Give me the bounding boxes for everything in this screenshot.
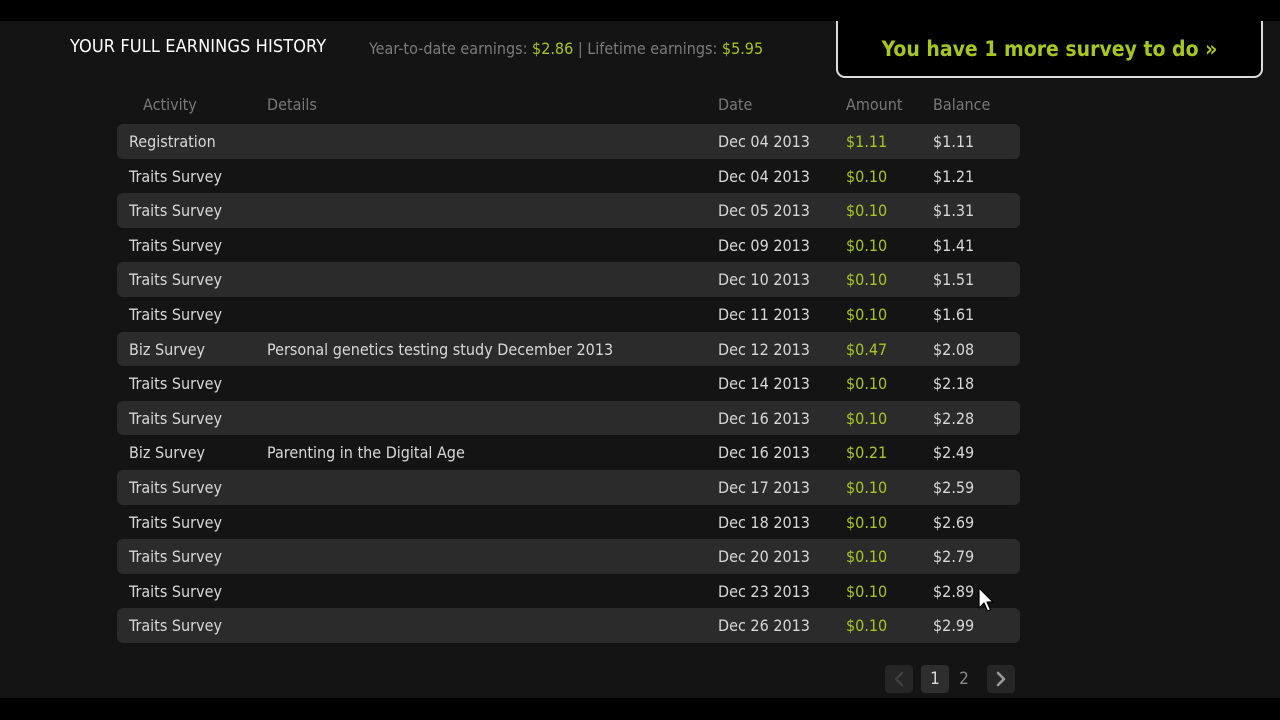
row-amount: $0.10: [846, 547, 888, 567]
row-balance: $2.18: [933, 374, 975, 394]
row-details: Personal genetics testing study December…: [267, 339, 614, 359]
row-activity: Traits Survey: [129, 512, 222, 532]
row-balance: $2.59: [933, 477, 975, 497]
row-activity: Traits Survey: [129, 270, 222, 290]
row-activity: Traits Survey: [129, 304, 222, 324]
row-amount: $0.21: [846, 443, 888, 463]
column-header-date: Date: [718, 95, 753, 114]
row-date: Dec 04 2013: [718, 132, 810, 151]
row-date: Dec 10 2013: [718, 270, 810, 290]
row-amount: $0.10: [846, 374, 888, 394]
row-balance: $2.08: [933, 339, 975, 359]
table-row: Traits Survey Dec 23 2013 $0.10 $2.89: [117, 574, 1020, 609]
row-amount: $0.10: [846, 201, 888, 221]
row-amount: $0.10: [846, 408, 888, 428]
page-1-button[interactable]: 1: [921, 665, 949, 693]
row-date: Dec 23 2013: [718, 581, 810, 601]
row-date: Dec 16 2013: [718, 408, 810, 428]
table-row: Traits Survey Dec 14 2013 $0.10 $2.18: [117, 366, 1020, 401]
table-row: Biz Survey Parenting in the Digital Age De…: [117, 435, 1020, 470]
table-row: Traits Survey Dec 26 2013 $0.10 $2.99: [117, 608, 1020, 643]
summary-separator: |: [577, 39, 583, 58]
row-date: Dec 18 2013: [718, 512, 810, 532]
row-amount: $0.10: [846, 235, 888, 255]
row-date: Dec 14 2013: [718, 374, 810, 394]
column-header-amount: Amount: [846, 95, 903, 114]
row-date: Dec 12 2013: [718, 339, 810, 359]
row-balance: $2.49: [933, 443, 975, 463]
row-date: Dec 16 2013: [718, 443, 810, 463]
row-date: Dec 20 2013: [718, 547, 810, 567]
row-date: Dec 26 2013: [718, 616, 810, 636]
ytd-value: $2.86: [532, 39, 574, 58]
row-activity: Traits Survey: [129, 408, 222, 428]
row-amount: $0.10: [846, 512, 888, 532]
table-row: Traits Survey Dec 16 2013 $0.10 $2.28: [117, 400, 1020, 436]
row-balance: $2.99: [933, 616, 975, 636]
table-row: Traits Survey Dec 05 2013 $0.10 $1.31: [117, 193, 1020, 228]
row-balance: $1.51: [933, 270, 975, 290]
lifetime-label: Lifetime earnings:: [587, 39, 718, 58]
page-title: YOUR FULL EARNINGS HISTORY: [70, 36, 327, 57]
row-balance: $2.79: [933, 547, 975, 567]
row-balance: $2.28: [933, 408, 975, 428]
earnings-summary: Year-to-date earnings: $2.86 | Lifetime …: [369, 39, 763, 58]
table-row: Traits Survey Dec 17 2013 $0.10 $2.59: [117, 469, 1020, 505]
row-amount: $0.10: [846, 270, 888, 290]
row-amount: $1.11: [846, 132, 888, 151]
row-amount: $0.10: [846, 581, 888, 601]
table-row: Biz Survey Personal genetics testing stud…: [117, 331, 1020, 367]
row-activity: Traits Survey: [129, 477, 222, 497]
column-header-details: Details: [267, 95, 317, 114]
next-page-button[interactable]: [987, 665, 1015, 693]
row-balance: $1.41: [933, 235, 975, 255]
row-amount: $0.10: [846, 304, 888, 324]
row-date: Dec 05 2013: [718, 201, 810, 221]
chevron-left-icon: [894, 671, 904, 687]
row-amount: $0.10: [846, 477, 888, 497]
mouse-cursor-icon: [978, 587, 994, 612]
row-activity: Biz Survey: [129, 339, 206, 359]
row-balance: $1.31: [933, 201, 975, 221]
row-activity: Registration: [129, 132, 216, 151]
row-activity: Traits Survey: [129, 166, 222, 186]
column-header-balance: Balance: [933, 95, 991, 114]
row-date: Dec 17 2013: [718, 477, 810, 497]
table-row: Registration Dec 04 2013 $1.11 $1.11: [117, 124, 1020, 159]
row-amount: $0.10: [846, 166, 888, 186]
page-2-button[interactable]: 2: [950, 665, 978, 693]
row-activity: Traits Survey: [129, 235, 222, 255]
table-row: Traits Survey Dec 09 2013 $0.10 $1.41: [117, 228, 1020, 263]
ytd-label: Year-to-date earnings:: [369, 39, 528, 58]
row-amount: $0.47: [846, 339, 888, 359]
row-balance: $1.21: [933, 166, 975, 186]
row-date: Dec 09 2013: [718, 235, 810, 255]
table-row: Traits Survey Dec 20 2013 $0.10 $2.79: [117, 539, 1020, 574]
column-header-activity: Activity: [143, 95, 197, 114]
row-activity: Traits Survey: [129, 374, 222, 394]
row-balance: $1.61: [933, 304, 975, 324]
row-date: Dec 11 2013: [718, 304, 810, 324]
row-activity: Traits Survey: [129, 616, 222, 636]
row-date: Dec 04 2013: [718, 166, 810, 186]
table-row: Traits Survey Dec 18 2013 $0.10 $2.69: [117, 505, 1020, 540]
row-amount: $0.10: [846, 616, 888, 636]
row-balance: $1.11: [933, 132, 975, 151]
table-row: Traits Survey Dec 04 2013 $0.10 $1.21: [117, 159, 1020, 194]
row-details: Parenting in the Digital Age: [267, 443, 465, 463]
table-row: Traits Survey Dec 11 2013 $0.10 $1.61: [117, 297, 1020, 332]
row-balance: $2.69: [933, 512, 975, 532]
chevron-right-icon: [996, 671, 1006, 687]
table-row: Traits Survey Dec 10 2013 $0.10 $1.51: [117, 262, 1020, 297]
row-activity: Traits Survey: [129, 581, 222, 601]
prev-page-button[interactable]: [885, 665, 913, 693]
earnings-table: Registration Dec 04 2013 $1.11 $1.11 Traits …: [117, 124, 1020, 643]
lifetime-value: $5.95: [721, 39, 764, 58]
row-balance: $2.89: [933, 581, 975, 601]
remaining-survey-button[interactable]: You have 1 more survey to do »: [836, 21, 1263, 78]
row-activity: Traits Survey: [129, 547, 222, 567]
row-activity: Traits Survey: [129, 201, 222, 221]
row-activity: Biz Survey: [129, 443, 206, 463]
